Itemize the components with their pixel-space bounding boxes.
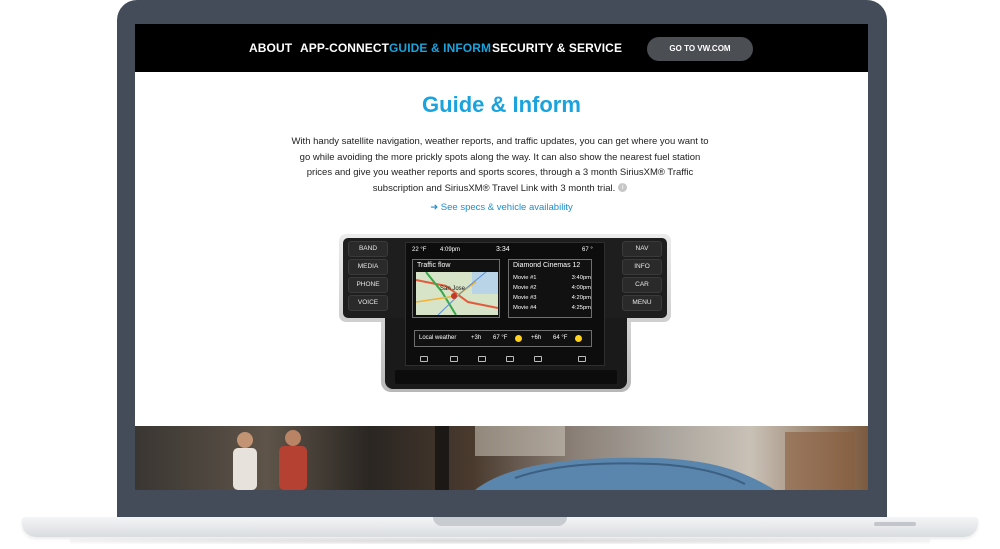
description-body: With handy satellite navigation, weather… — [291, 136, 709, 194]
movie-row[interactable]: Movie #1 3:40pm — [513, 275, 591, 281]
traffic-panel-title: Traffic flow — [417, 262, 451, 269]
go-to-vw-button[interactable]: GO TO VW.COM — [647, 37, 753, 61]
movie-name: Movie #4 — [513, 305, 537, 311]
weather-forecast-2-temp: 64 °F — [553, 335, 568, 341]
unit-slot — [395, 370, 617, 384]
cinema-panel-title: Diamond Cinemas 12 — [513, 262, 581, 269]
weather-label: Local weather — [419, 335, 457, 341]
band-button[interactable]: BAND — [348, 241, 388, 257]
laptop-mockup: ABOUT APP-CONNECT GUIDE & INFORM SECURIT… — [0, 0, 1000, 549]
phone-button[interactable]: PHONE — [348, 277, 388, 293]
info-button[interactable]: INFO — [622, 259, 662, 275]
laptop-base-foot — [874, 522, 916, 526]
movie-name: Movie #2 — [513, 285, 537, 291]
status-clock: 4:09pm — [440, 247, 461, 253]
movie-row[interactable]: Movie #2 4:00pm — [513, 285, 591, 291]
cinema-panel: Diamond Cinemas 12 Movie #1 3:40pm Movie … — [508, 259, 592, 318]
page-title: Guide & Inform — [422, 92, 581, 117]
sun-icon — [515, 335, 522, 342]
movie-time: 4:20pm — [571, 295, 591, 301]
movie-time: 4:00pm — [571, 285, 591, 291]
movie-row[interactable]: Movie #4 4:25pm — [513, 305, 591, 311]
status-bar: 22 °F 4:09pm 3:34 67 ° — [406, 243, 606, 258]
status-temp-right: 67 ° — [582, 247, 593, 253]
fuel-icon[interactable] — [450, 356, 458, 362]
nav-button[interactable]: NAV — [622, 241, 662, 257]
photo-scene — [233, 426, 855, 490]
map-city-label: San Jose — [440, 286, 466, 292]
lifestyle-photo-strip — [135, 426, 868, 490]
sports-icon[interactable] — [534, 356, 542, 362]
top-navigation: ABOUT APP-CONNECT GUIDE & INFORM SECURIT… — [135, 24, 868, 72]
status-temp-left: 22 °F — [412, 247, 427, 253]
calendar-icon[interactable] — [506, 356, 514, 362]
traffic-panel: Traffic flow San Jose — [412, 259, 500, 318]
weather-forecast-1-temp: 67 °F — [493, 335, 508, 341]
map-graphic — [416, 272, 498, 315]
movie-time: 3:40pm — [571, 275, 591, 281]
status-center-time: 3:34 — [496, 246, 510, 253]
description-text: With handy satellite navigation, weather… — [290, 134, 710, 196]
movie-time: 4:25pm — [571, 305, 591, 311]
media-button[interactable]: MEDIA — [348, 259, 388, 275]
menu-button[interactable]: MENU — [622, 295, 662, 311]
movie-row[interactable]: Movie #3 4:20pm — [513, 295, 591, 301]
nav-link-security-service[interactable]: SECURITY & SERVICE — [492, 41, 622, 55]
weather-panel: Local weather +3h 67 °F +6h 64 °F — [414, 330, 592, 347]
movie-name: Movie #3 — [513, 295, 537, 301]
see-specs-link[interactable]: ➜ See specs & vehicle availability — [135, 202, 868, 213]
settings-icon[interactable] — [578, 356, 586, 362]
app-dock — [406, 353, 606, 366]
info-icon[interactable]: i — [618, 182, 628, 192]
nav-link-guide-inform[interactable]: GUIDE & INFORM — [389, 41, 491, 55]
car-button[interactable]: CAR — [622, 277, 662, 293]
traffic-icon[interactable] — [420, 356, 428, 362]
laptop-base-notch — [433, 517, 567, 526]
voice-button[interactable]: VOICE — [348, 295, 388, 311]
nav-link-about[interactable]: ABOUT — [249, 41, 292, 55]
weather-icon[interactable] — [478, 356, 486, 362]
weather-forecast-1-hours: +3h — [471, 335, 482, 341]
traffic-map: San Jose — [416, 272, 498, 315]
unit-display: 22 °F 4:09pm 3:34 67 ° Traffic flow San … — [405, 242, 605, 366]
nav-link-app-connect[interactable]: APP-CONNECT — [300, 41, 389, 55]
sun-icon — [575, 335, 582, 342]
weather-forecast-2-hours: +6h — [531, 335, 542, 341]
infotainment-unit: BAND MEDIA PHONE VOICE NAV INFO CAR MENU… — [339, 234, 671, 394]
movie-name: Movie #1 — [513, 275, 537, 281]
laptop-shadow — [70, 538, 930, 544]
laptop-screen: ABOUT APP-CONNECT GUIDE & INFORM SECURIT… — [135, 24, 868, 490]
